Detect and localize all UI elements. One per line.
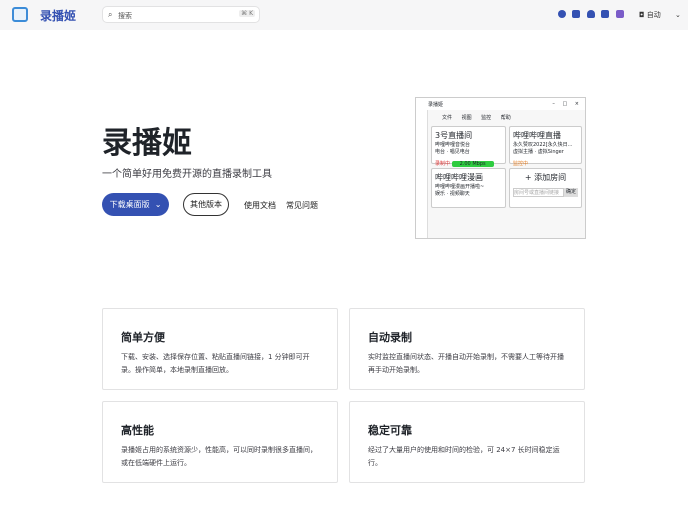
add-room-label: + 添加房间 (524, 173, 567, 182)
search-icon: ⌕ (108, 10, 113, 19)
speed: 2.00 Mbps (451, 161, 494, 167)
feature-title: 简单方便 (121, 331, 165, 344)
qq-icon[interactable] (587, 10, 595, 18)
feature-title: 稳定可靠 (368, 424, 412, 437)
feature-text: 经过了大量用户的使用和时间的检验，可 24×7 长时间稳定运行。 (368, 446, 560, 467)
feature-card: 简单方便下载、安装、选择保存位置、粘贴直播间链接，1 分钟即可开录。操作简单，本… (102, 308, 338, 390)
discord-icon[interactable] (572, 10, 580, 18)
app-menu: 文件 视图 监控 帮助 (442, 115, 511, 121)
app-screenshot: 录播姬 – □ × 文件 视图 监控 帮助 3号直播间哔哩哔哩音悦台 电台 · 唱见… (415, 97, 586, 239)
status: 监控中 (513, 161, 529, 167)
room-input: 房间号或直播间链接 (513, 188, 564, 197)
confirm-button: 确定 (563, 188, 578, 197)
hero-subtitle: 一个简单好用免费开源的直播录制工具 (102, 169, 272, 180)
feature-text: 录播姬占用的系统资源少，性能高，可以同时录制很多直播间，或在低端硬件上运行。 (121, 446, 317, 467)
room-name: 哔哩哔哩漫画 (435, 173, 483, 182)
room-card: 3号直播间哔哩哔哩音悦台 电台 · 唱见电台 录制中 2.00 Mbps (431, 126, 506, 167)
download-button[interactable]: 下载桌面版 ⌄ (102, 193, 169, 216)
app-icon[interactable] (616, 10, 624, 18)
docs-link[interactable]: 使用文档 (244, 200, 276, 211)
room-area: 电台 · 唱见电台 (435, 149, 470, 155)
feature-card: 稳定可靠经过了大量用户的使用和时间的检验，可 24×7 长时间稳定运行。 (349, 401, 585, 483)
room-card: 哔哩哔哩漫画 哔哩哔哩漫画开播啦~ 娱乐 · 视频聊天 (431, 168, 506, 208)
chevron-down-icon: ⌄ (675, 11, 681, 19)
search-placeholder: 搜索 (118, 12, 132, 20)
github-icon[interactable] (558, 10, 566, 18)
room-area: 虚拟主播 · 虚拟Singer (513, 149, 564, 155)
room-name: 哔哩哔哩直播 (513, 131, 561, 140)
room-title: 哔哩哔哩漫画开播啦~ (435, 184, 485, 190)
feature-card: 自动录制实时监控直播间状态、开播自动开始录制，不需要人工等待开播再手动开始录制。 (349, 308, 585, 390)
room-title: 永久赞叹2022[永久快日... (513, 142, 573, 148)
room-card: 哔哩哔哩直播永久赞叹2022[永久快日... 虚拟主播 · 虚拟Singer 监控中 (509, 126, 582, 167)
download-label: 下载桌面版 (109, 200, 150, 209)
brand-name[interactable]: 录播姬 (40, 7, 76, 24)
chevron-down-icon: ⌄ (154, 200, 162, 209)
room-name: 3号直播间 (435, 131, 473, 140)
window-controls-icon: – □ × (552, 101, 579, 107)
status: 录制中 (435, 161, 451, 167)
room-title: 哔哩哔哩音悦台 (435, 142, 471, 148)
app-title: 录播姬 (428, 102, 444, 108)
feature-text: 实时监控直播间状态、开播自动开始录制，不需要人工等待开播再手动开始录制。 (368, 353, 564, 374)
other-versions-button[interactable]: 其他版本 (183, 193, 229, 216)
theme-label: 自动 (646, 11, 661, 19)
feature-title: 自动录制 (368, 331, 412, 344)
room-area: 娱乐 · 视频聊天 (435, 191, 470, 197)
search-shortcut: ⌘ K (239, 10, 255, 17)
mail-icon[interactable] (601, 10, 609, 18)
top-nav: 录播姬 ⌕ 搜索 ⌘ K ◘ 自动 ⌄ (0, 0, 688, 30)
feature-text: 下载、安装、选择保存位置、粘贴直播间链接，1 分钟即可开录。操作简单，本地录制直… (121, 353, 310, 374)
search-button[interactable]: ⌕ 搜索 ⌘ K (102, 6, 260, 23)
hero-title: 录播姬 (102, 126, 192, 161)
add-room-card: + 添加房间房间号或直播间链接 确定 (509, 168, 582, 208)
tv-logo-icon[interactable] (12, 7, 28, 22)
faq-link[interactable]: 常见问题 (286, 200, 318, 211)
feature-title: 高性能 (121, 424, 154, 437)
feature-card: 高性能录播姬占用的系统资源少，性能高，可以同时录制很多直播间，或在低端硬件上运行… (102, 401, 338, 483)
theme-switcher[interactable]: ◘ 自动 ⌄ (639, 10, 681, 20)
app-sidebar (416, 110, 428, 238)
app-titlebar: 录播姬 – □ × (416, 98, 585, 110)
